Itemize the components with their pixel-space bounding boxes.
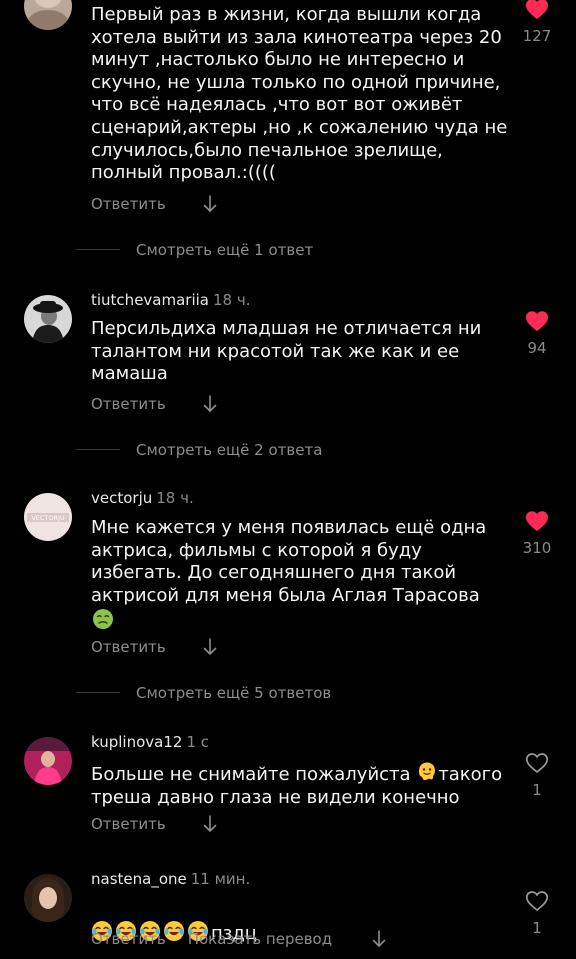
show-translation-button[interactable]: Показать перевод bbox=[188, 929, 332, 949]
username[interactable]: vectorju bbox=[91, 489, 152, 507]
comment-meta: nastena_one 11 мин. bbox=[91, 869, 250, 889]
comment-text: Больше не снимайте пожалуйста такого тре… bbox=[91, 761, 511, 809]
down-arrow-icon[interactable] bbox=[372, 930, 386, 948]
nauseated-face-emoji bbox=[93, 609, 113, 629]
heart-filled-icon bbox=[526, 311, 548, 331]
reply-button[interactable]: Ответить bbox=[91, 637, 166, 657]
melting-face-emoji bbox=[419, 762, 436, 781]
username[interactable]: kuplinova12 bbox=[91, 733, 182, 751]
comment-text-part: Больше не снимайте пожалуйста bbox=[91, 764, 417, 785]
comment-actions: Ответить bbox=[91, 194, 166, 214]
comment-time: 18 ч. bbox=[213, 291, 251, 309]
avatar[interactable] bbox=[24, 874, 72, 922]
username[interactable]: nastena_one bbox=[91, 870, 187, 888]
like-count: 1 bbox=[532, 781, 542, 799]
comment-time: 18 ч. bbox=[156, 489, 194, 507]
avatar[interactable] bbox=[24, 0, 72, 30]
heart-outline-icon bbox=[525, 891, 549, 912]
comment-meta: vectorju 18 ч. bbox=[91, 488, 194, 508]
like-button[interactable]: 1 bbox=[520, 752, 554, 799]
comment-meta: tiutchevamariia 18 ч. bbox=[91, 290, 251, 310]
avatar[interactable] bbox=[24, 295, 72, 343]
comment-text: Первый раз в жизни, когда вышли когда хо… bbox=[91, 4, 508, 184]
avatar[interactable] bbox=[24, 737, 72, 785]
comment-actions: Ответить Показать перевод bbox=[91, 929, 332, 949]
like-count: 94 bbox=[527, 339, 547, 357]
reply-button[interactable]: Ответить bbox=[91, 194, 166, 214]
down-arrow-icon[interactable] bbox=[203, 815, 217, 833]
down-arrow-icon[interactable] bbox=[203, 195, 217, 213]
like-count: 127 bbox=[522, 27, 552, 45]
like-count: 1 bbox=[532, 919, 542, 937]
comment-actions: Ответить bbox=[91, 394, 166, 414]
heart-filled-icon bbox=[526, 0, 548, 19]
heart-outline-icon bbox=[525, 753, 549, 774]
comment-text: Мне кажется у меня появилась ещё одна ак… bbox=[91, 517, 487, 606]
comment-time: 1 с bbox=[186, 733, 209, 751]
username[interactable]: tiutchevamariia bbox=[91, 291, 209, 309]
down-arrow-icon[interactable] bbox=[203, 395, 217, 413]
reply-button[interactable]: Ответить bbox=[91, 814, 166, 834]
divider-line bbox=[76, 249, 120, 250]
avatar-logo-text: VECTORJU bbox=[31, 514, 65, 522]
view-more-replies-label: Смотреть ещё 5 ответов bbox=[136, 684, 332, 702]
view-more-replies-label: Смотреть ещё 1 ответ bbox=[136, 241, 314, 259]
comment-actions: Ответить bbox=[91, 814, 166, 834]
like-button[interactable]: 127 bbox=[520, 0, 554, 45]
reply-button[interactable]: Ответить bbox=[91, 929, 166, 949]
like-button[interactable]: 310 bbox=[520, 510, 554, 557]
avatar[interactable]: VECTORJU bbox=[24, 493, 72, 541]
reply-button[interactable]: Ответить bbox=[91, 394, 166, 414]
like-count: 310 bbox=[522, 539, 552, 557]
comment-time: 11 мин. bbox=[190, 870, 251, 888]
comment-text: Персильдиха младшая не отличается ни тал… bbox=[91, 318, 482, 385]
comment-actions: Ответить bbox=[91, 637, 166, 657]
view-more-replies-label: Смотреть ещё 2 ответа bbox=[136, 441, 323, 459]
divider-line bbox=[76, 692, 120, 693]
divider-line bbox=[76, 449, 120, 450]
comment-meta: kuplinova12 1 с bbox=[91, 732, 209, 752]
like-button[interactable]: 94 bbox=[520, 310, 554, 357]
heart-filled-icon bbox=[526, 511, 548, 531]
down-arrow-icon[interactable] bbox=[203, 638, 217, 656]
like-button[interactable]: 1 bbox=[520, 890, 554, 937]
